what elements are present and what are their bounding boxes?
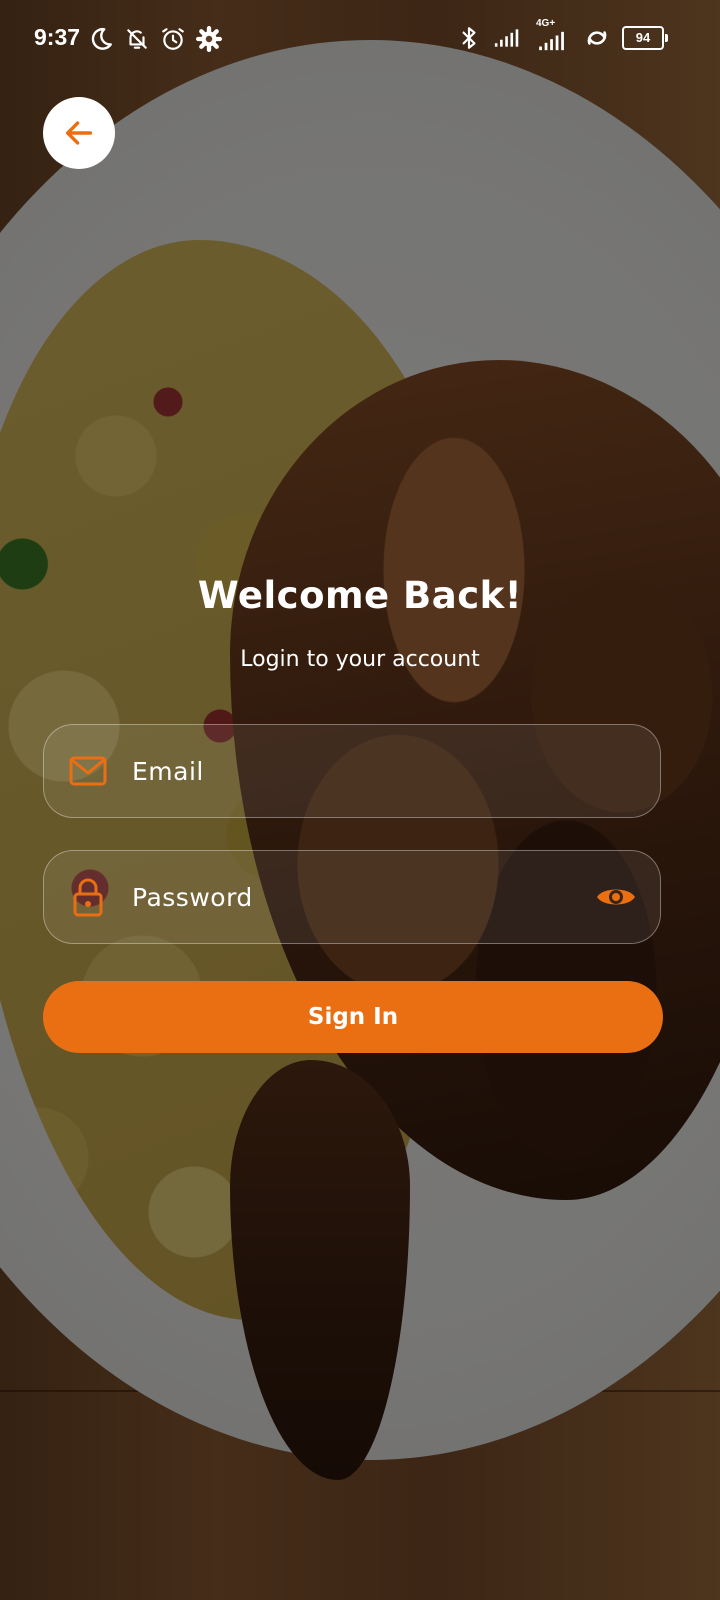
back-button[interactable] — [43, 97, 115, 169]
status-right-icons: 4G+ 94 — [456, 18, 668, 52]
sign-in-button[interactable]: Sign In — [43, 981, 663, 1053]
battery-level: 94 — [635, 30, 651, 45]
email-input[interactable] — [130, 750, 580, 792]
mail-icon — [68, 751, 108, 791]
arrow-left-icon — [65, 121, 93, 145]
eye-icon — [597, 889, 635, 905]
password-input[interactable] — [130, 876, 580, 918]
page-subtitle: Login to your account — [240, 647, 480, 672]
status-left-icons — [88, 25, 222, 53]
alarm-icon — [162, 28, 184, 50]
signal-icon — [494, 29, 519, 47]
page-title: Welcome Back! — [197, 574, 523, 617]
email-field[interactable] — [43, 724, 661, 818]
hotspot-icon — [587, 31, 607, 45]
signal-bars-icon — [539, 31, 564, 51]
login-screen: 9:37 4G+ 94 Welcome Back! Login to your … — [0, 0, 720, 1600]
status-bar: 9:37 4G+ 94 — [0, 0, 720, 80]
battery-icon: 94 — [622, 26, 668, 50]
bluetooth-icon — [462, 27, 476, 49]
lock-icon — [68, 877, 108, 917]
status-time: 9:37 — [34, 24, 81, 50]
password-visibility-toggle[interactable] — [594, 877, 638, 917]
gear-icon — [196, 26, 222, 52]
moon-icon — [91, 27, 112, 50]
network-type-label: 4G+ — [536, 18, 556, 29]
signal-4g-icon: 4G+ — [532, 18, 572, 52]
password-field[interactable] — [43, 850, 661, 944]
bell-off-icon — [127, 29, 147, 49]
